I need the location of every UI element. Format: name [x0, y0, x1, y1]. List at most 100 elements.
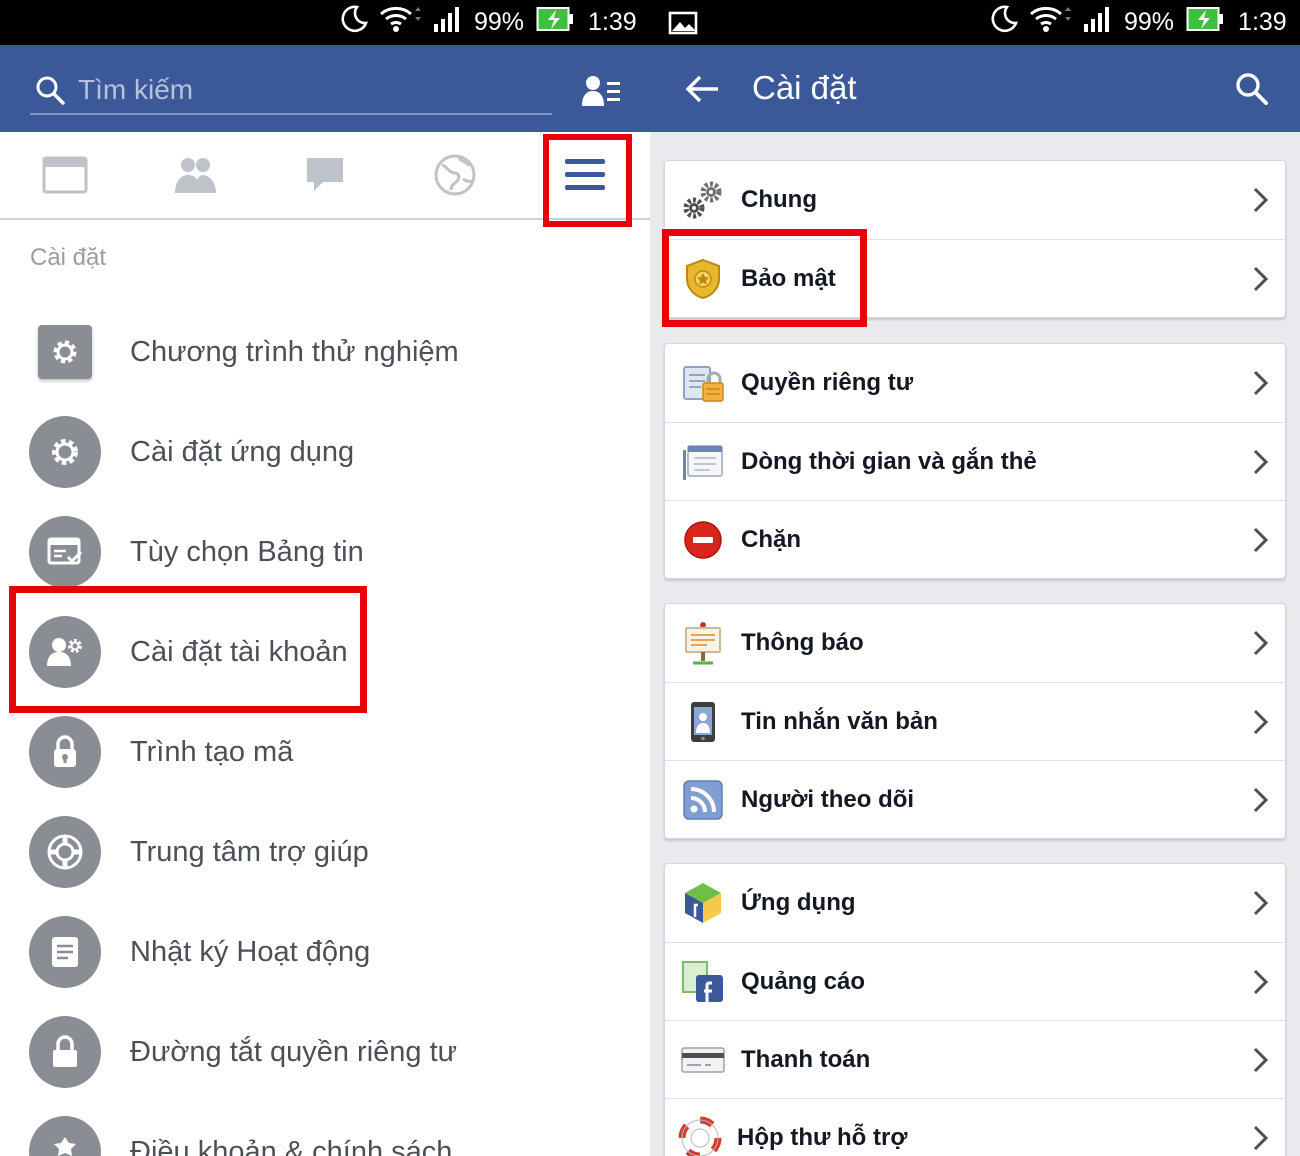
back-button[interactable] [680, 65, 724, 113]
menu-highlight-box [543, 134, 632, 227]
settings-row-label: Ứng dụng [741, 889, 856, 916]
battery-charging-icon [536, 6, 574, 39]
security-highlight-box [662, 229, 867, 327]
chevron-right-icon [1253, 370, 1269, 396]
battery-percent: 99% [1124, 8, 1175, 36]
terms-icon [29, 1116, 101, 1156]
settings-row-payments[interactable]: Thanh toán [665, 1020, 1285, 1098]
chevron-right-icon [1253, 1047, 1269, 1073]
menu-item-help-center[interactable]: Trung tâm trợ giúp [0, 802, 650, 902]
settings-row-followers[interactable]: Người theo dõi [665, 760, 1285, 838]
settings-row-privacy[interactable]: Quyền riêng tư [665, 344, 1285, 422]
gears-icon [683, 181, 722, 219]
friends-tab-icon [175, 158, 216, 193]
search-icon [36, 76, 65, 105]
menu-item-beta-program[interactable]: Chương trình thử nghiệm [0, 302, 650, 402]
globe-icon [434, 154, 476, 196]
moon-icon [338, 4, 368, 41]
settings-row-label: Hộp thư hỗ trợ [737, 1123, 908, 1151]
moon-icon [988, 4, 1018, 41]
status-bar: 99% 1:39 [0, 0, 650, 45]
lock-icon [29, 716, 101, 788]
settings-group-apps: Ứng dụng Quảng cáo Thanh toán Hộp thư hỗ… [664, 863, 1286, 1156]
settings-row-label: Tin nhắn văn bản [741, 707, 938, 735]
messages-tab-icon [307, 158, 343, 191]
battery-charging-icon [1186, 6, 1224, 39]
app-bar [0, 45, 650, 132]
settings-row-label: Dòng thời gian và gắn thẻ [741, 447, 1037, 475]
settings-row-label: Thanh toán [741, 1045, 871, 1073]
chevron-right-icon [1253, 890, 1269, 916]
mobile-icon [691, 702, 715, 742]
settings-row-label: Chặn [741, 525, 801, 553]
menu-item-code-generator[interactable]: Trình tạo mã [0, 702, 650, 802]
settings-row-text-messages[interactable]: Tin nhắn văn bản [665, 682, 1285, 760]
block-icon [684, 521, 722, 559]
tab-messages[interactable] [265, 132, 385, 218]
ads-icon [682, 961, 723, 1002]
search-icon [1236, 73, 1268, 105]
menu-item-label: Tùy chọn Bảng tin [130, 535, 364, 568]
settings-row-blocking[interactable]: Chặn [665, 500, 1285, 578]
section-title: Cài đặt [30, 244, 107, 271]
gear-icon [29, 416, 101, 488]
settings-row-label: Chung [741, 186, 817, 213]
activity-log-icon [29, 916, 101, 988]
menu-item-label: Nhật ký Hoạt động [130, 935, 371, 968]
menu-item-label: Điều khoản & chính sách [130, 1135, 453, 1156]
menu-item-privacy-shortcuts[interactable]: Đường tắt quyền riêng tư [0, 1002, 650, 1102]
privacy-lock-icon [29, 1016, 101, 1088]
contacts-list-icon [582, 76, 620, 106]
clock: 1:39 [1238, 8, 1287, 36]
chevron-right-icon [1253, 787, 1269, 813]
settings-row-ads[interactable]: Quảng cáo [665, 942, 1285, 1020]
settings-row-support-inbox[interactable]: Hộp thư hỗ trợ [665, 1098, 1285, 1156]
settings-row-notifications[interactable]: Thông báo [665, 604, 1285, 682]
gear-square-icon [38, 325, 92, 379]
left-screen: 99% 1:39 Cài đặt [0, 0, 650, 1156]
settings-row-apps[interactable]: Ứng dụng [665, 864, 1285, 942]
chevron-right-icon [1253, 709, 1269, 735]
menu-item-activity-log[interactable]: Nhật ký Hoạt động [0, 902, 650, 1002]
settings-row-label: Quảng cáo [741, 967, 866, 995]
status-cluster: 99% 1:39 [338, 0, 649, 45]
settings-row-label: Thông báo [741, 629, 864, 656]
app-bar: Cài đặt [650, 45, 1300, 132]
tab-friends[interactable] [135, 132, 255, 218]
menu-item-label: Chương trình thử nghiệm [130, 335, 459, 368]
support-lifebuoy-icon [678, 1116, 722, 1156]
tab-news-feed[interactable] [5, 132, 125, 218]
settings-row-label: Người theo dõi [741, 785, 915, 813]
menu-item-terms-policies[interactable]: Điều khoản & chính sách [0, 1102, 650, 1156]
back-arrow-icon [685, 75, 718, 103]
lifebuoy-icon [29, 816, 101, 888]
clock: 1:39 [588, 8, 637, 36]
wifi-icon [378, 4, 422, 41]
notification-sign-icon [685, 622, 721, 665]
credit-card-icon [681, 1047, 725, 1073]
chevron-right-icon [1253, 969, 1269, 995]
settings-group-notifications: Thông báo Tin nhắn văn bản Người theo dõ… [664, 603, 1286, 839]
settings-row-general[interactable]: Chung [665, 161, 1285, 239]
friend-requests-button[interactable] [578, 67, 626, 115]
wifi-icon [1028, 4, 1072, 41]
search-input[interactable] [78, 74, 518, 106]
status-cluster: 99% 1:39 [988, 0, 1299, 45]
chevron-right-icon [1253, 266, 1269, 292]
news-feed-tab-icon [42, 156, 88, 194]
settings-row-timeline-tagging[interactable]: Dòng thời gian và gắn thẻ [665, 422, 1285, 500]
image-notification-icon [668, 0, 698, 45]
search-bar[interactable] [30, 67, 552, 115]
menu-item-label: Đường tắt quyền riêng tư [130, 1035, 458, 1068]
chevron-right-icon [1253, 187, 1269, 213]
search-button[interactable] [1230, 65, 1274, 113]
settings-group-privacy: Quyền riêng tư Dòng thời gian và gắn thẻ… [664, 343, 1286, 579]
news-feed-icon [29, 516, 101, 588]
menu-item-app-settings[interactable]: Cài đặt ứng dụng [0, 402, 650, 502]
tab-notifications[interactable] [395, 132, 515, 218]
chevron-right-icon [1253, 527, 1269, 553]
menu-item-label: Trung tâm trợ giúp [130, 835, 369, 868]
menu-item-label: Trình tạo mã [130, 735, 294, 768]
page-title: Cài đặt [752, 69, 857, 106]
account-settings-highlight-box [9, 586, 367, 713]
